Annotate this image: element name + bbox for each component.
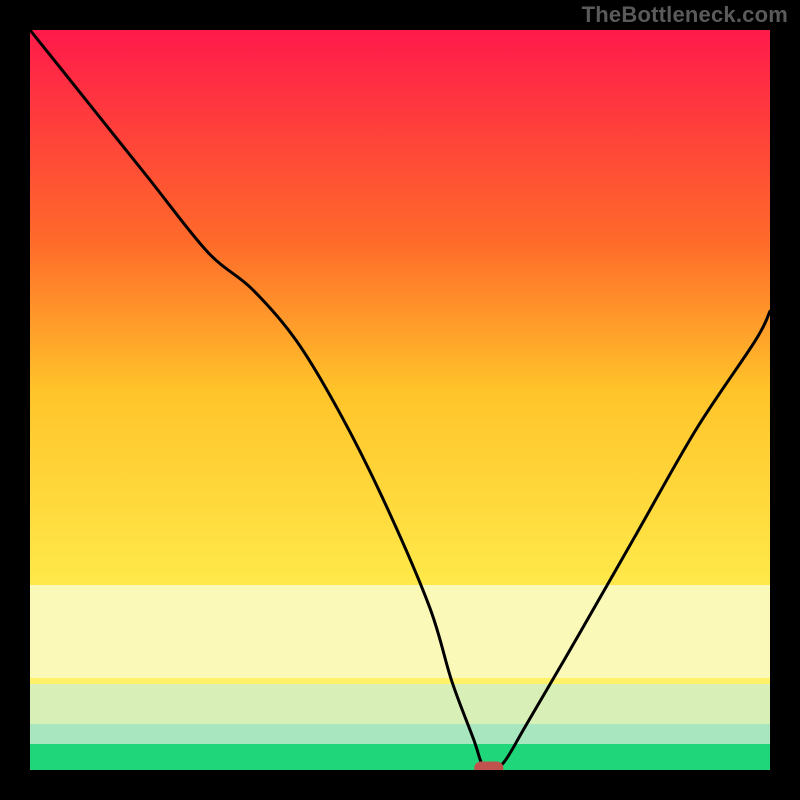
gradient-red-yellow	[30, 30, 770, 585]
band-light-green	[30, 684, 770, 724]
band-teal	[30, 724, 770, 744]
chart-container: TheBottleneck.com	[0, 0, 800, 800]
optimal-point-marker	[475, 762, 503, 778]
band-pale-yellow	[30, 585, 770, 680]
chart-svg	[0, 0, 800, 800]
plot-area	[30, 30, 770, 778]
watermark-text: TheBottleneck.com	[582, 2, 788, 28]
band-sep-yellow	[30, 678, 770, 684]
band-green	[30, 744, 770, 770]
